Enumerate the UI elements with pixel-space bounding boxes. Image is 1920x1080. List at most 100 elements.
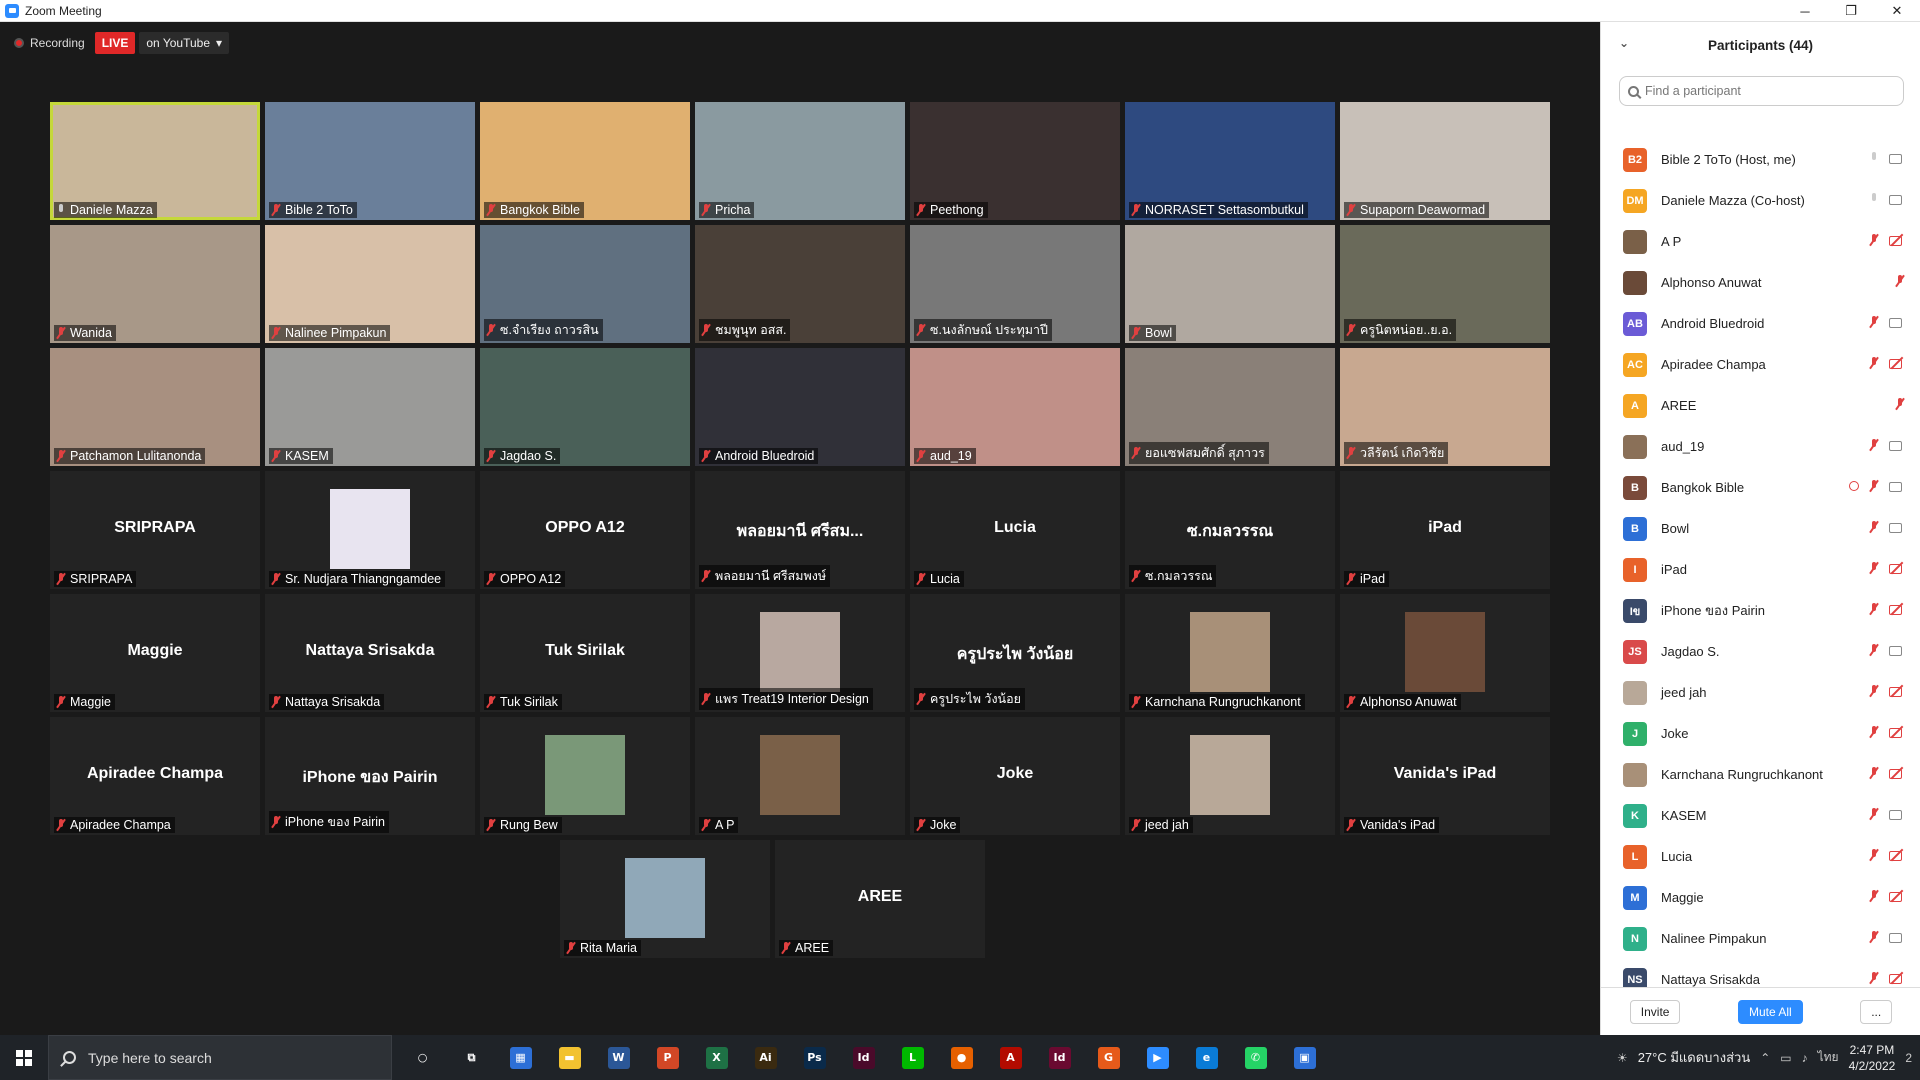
video-tile[interactable]: NORRASET Settasombutkul	[1125, 102, 1335, 220]
participant-row[interactable]: B Bowl	[1601, 508, 1920, 549]
whatsapp-icon[interactable]: ✆	[1231, 1035, 1280, 1080]
video-tile[interactable]: Karnchana Rungruchkanont	[1125, 594, 1335, 712]
video-tile[interactable]: Vanida's iPad Vanida's iPad	[1340, 717, 1550, 835]
mute-all-button[interactable]: Mute All	[1737, 999, 1803, 1024]
video-tile[interactable]: พลอยมานี ศรีสม... พลอยมานี ศรีสมพงษ์	[695, 471, 905, 589]
indesign2-icon[interactable]: Id	[1035, 1035, 1084, 1080]
video-tile[interactable]: A P	[695, 717, 905, 835]
volume-icon[interactable]: ♪	[1802, 1051, 1808, 1065]
participant-row[interactable]: L Lucia	[1601, 836, 1920, 877]
video-tile[interactable]: Pricha	[695, 102, 905, 220]
video-tile[interactable]: Apiradee Champa Apiradee Champa	[50, 717, 260, 835]
video-tile[interactable]: Jagdao S.	[480, 348, 690, 466]
video-tile[interactable]: Patchamon Lulitanonda	[50, 348, 260, 466]
video-tile[interactable]: Joke Joke	[910, 717, 1120, 835]
video-tile[interactable]: AREE AREE	[775, 840, 985, 958]
video-tile[interactable]: ซ.นงลักษณ์ ประทุมาปี	[910, 225, 1120, 343]
video-tile[interactable]: Maggie Maggie	[50, 594, 260, 712]
participant-row[interactable]: N Nalinee Pimpakun	[1601, 918, 1920, 959]
video-tile[interactable]: iPhone ของ Pairin iPhone ของ Pairin	[265, 717, 475, 835]
video-tile[interactable]: Daniele Mazza	[50, 102, 260, 220]
video-tile[interactable]: Rung Bew	[480, 717, 690, 835]
participant-row[interactable]: JS Jagdao S.	[1601, 631, 1920, 672]
video-tile[interactable]: Bible 2 ToTo	[265, 102, 475, 220]
video-tile[interactable]: Tuk Sirilak Tuk Sirilak	[480, 594, 690, 712]
notification-icon[interactable]: 2	[1905, 1051, 1912, 1065]
firefox-icon[interactable]: ●	[937, 1035, 986, 1080]
video-tile[interactable]: SRIPRAPA SRIPRAPA	[50, 471, 260, 589]
participant-row[interactable]: AB Android Bluedroid	[1601, 303, 1920, 344]
network-icon[interactable]: ▭	[1780, 1051, 1791, 1065]
video-tile[interactable]: Peethong	[910, 102, 1120, 220]
participant-row[interactable]: K KASEM	[1601, 795, 1920, 836]
more-button[interactable]: ...	[1860, 999, 1893, 1024]
video-tile[interactable]: Nattaya Srisakda Nattaya Srisakda	[265, 594, 475, 712]
snip-icon[interactable]: ▣	[1280, 1035, 1329, 1080]
collapse-chevron-icon[interactable]: ⌄	[1619, 36, 1629, 50]
participant-row[interactable]: Iข iPhone ของ Pairin	[1601, 590, 1920, 631]
video-tile[interactable]: aud_19	[910, 348, 1120, 466]
zoom-icon[interactable]: ▶	[1133, 1035, 1182, 1080]
video-tile[interactable]: ยอแซฟสมศักดิ์ สุภาวร	[1125, 348, 1335, 466]
video-tile[interactable]: ครูประไพ วังน้อย ครูประไพ วังน้อย	[910, 594, 1120, 712]
video-tile[interactable]: Wanida	[50, 225, 260, 343]
maximize-button[interactable]: ❐	[1828, 0, 1874, 22]
video-tile[interactable]: ซ.กมลวรรณ ซ.กมลวรรณ	[1125, 471, 1335, 589]
powerpoint-icon[interactable]: P	[643, 1035, 692, 1080]
participant-row[interactable]: IiPad	[1601, 549, 1920, 590]
video-tile[interactable]: ครูนิตหน่อย..ย.อ.	[1340, 225, 1550, 343]
video-tile[interactable]: jeed jah	[1125, 717, 1335, 835]
participant-row[interactable]: Karnchana Rungruchkanont	[1601, 754, 1920, 795]
taskbar-search-box[interactable]: Type here to search	[48, 1035, 392, 1080]
clock[interactable]: 2:47 PM 4/2/2022	[1849, 1042, 1896, 1074]
file-explorer-icon[interactable]: ▬	[545, 1035, 594, 1080]
photoshop-icon[interactable]: Ps	[790, 1035, 839, 1080]
video-tile[interactable]: Bangkok Bible	[480, 102, 690, 220]
video-tile[interactable]: แพร Treat19 Interior Design	[695, 594, 905, 712]
video-tile[interactable]: Bowl	[1125, 225, 1335, 343]
video-tile[interactable]: Alphonso Anuwat	[1340, 594, 1550, 712]
participant-row[interactable]: jeed jah	[1601, 672, 1920, 713]
video-tile[interactable]: Android Bluedroid	[695, 348, 905, 466]
weather-icon[interactable]: ☀	[1617, 1051, 1628, 1065]
close-button[interactable]: ✕	[1874, 0, 1920, 22]
live-destination-dropdown[interactable]: on YouTube ▾	[139, 32, 230, 54]
participant-row[interactable]: B Bangkok Bible	[1601, 467, 1920, 508]
minimize-button[interactable]: ─	[1782, 0, 1828, 22]
video-tile[interactable]: ชมพูนุท อสส.	[695, 225, 905, 343]
word-icon[interactable]: W	[594, 1035, 643, 1080]
acrobat-icon[interactable]: A	[986, 1035, 1035, 1080]
video-tile[interactable]: iPad iPad	[1340, 471, 1550, 589]
recording-indicator[interactable]: Recording	[8, 32, 91, 54]
task-view-icon[interactable]: ⧉	[447, 1035, 496, 1080]
start-button[interactable]	[0, 1035, 48, 1080]
calculator-icon[interactable]: ▦	[496, 1035, 545, 1080]
participant-row[interactable]: J Joke	[1601, 713, 1920, 754]
participant-row[interactable]: B2 Bible 2 ToTo (Host, me)	[1601, 139, 1920, 180]
indesign-icon[interactable]: Id	[839, 1035, 888, 1080]
video-tile[interactable]: OPPO A12 OPPO A12	[480, 471, 690, 589]
video-tile[interactable]: Supaporn Deawormad	[1340, 102, 1550, 220]
video-tile[interactable]: Lucia Lucia	[910, 471, 1120, 589]
participant-row[interactable]: DM Daniele Mazza (Co-host)	[1601, 180, 1920, 221]
video-tile[interactable]: Rita Maria	[560, 840, 770, 958]
chevron-up-icon[interactable]: ⌃	[1760, 1051, 1770, 1065]
line-icon[interactable]: L	[888, 1035, 937, 1080]
participant-row[interactable]: A AREE	[1601, 385, 1920, 426]
video-tile[interactable]: KASEM	[265, 348, 475, 466]
participant-row[interactable]: aud_19	[1601, 426, 1920, 467]
video-tile[interactable]: Nalinee Pimpakun	[265, 225, 475, 343]
participant-search-input[interactable]: Find a participant	[1619, 76, 1904, 106]
participant-row[interactable]: A P	[1601, 221, 1920, 262]
excel-icon[interactable]: X	[692, 1035, 741, 1080]
edge-icon[interactable]: e	[1182, 1035, 1231, 1080]
grammarly-icon[interactable]: G	[1084, 1035, 1133, 1080]
video-tile[interactable]: วลีรัตน์ เกิดวิชัย	[1340, 348, 1550, 466]
illustrator-icon[interactable]: Ai	[741, 1035, 790, 1080]
participant-row[interactable]: AC Apiradee Champa	[1601, 344, 1920, 385]
participant-row[interactable]: Alphonso Anuwat	[1601, 262, 1920, 303]
participant-row[interactable]: M Maggie	[1601, 877, 1920, 918]
language-indicator[interactable]: ไทย	[1818, 1048, 1839, 1067]
cortana-icon[interactable]: ○	[398, 1035, 447, 1080]
invite-button[interactable]: Invite	[1629, 999, 1681, 1024]
